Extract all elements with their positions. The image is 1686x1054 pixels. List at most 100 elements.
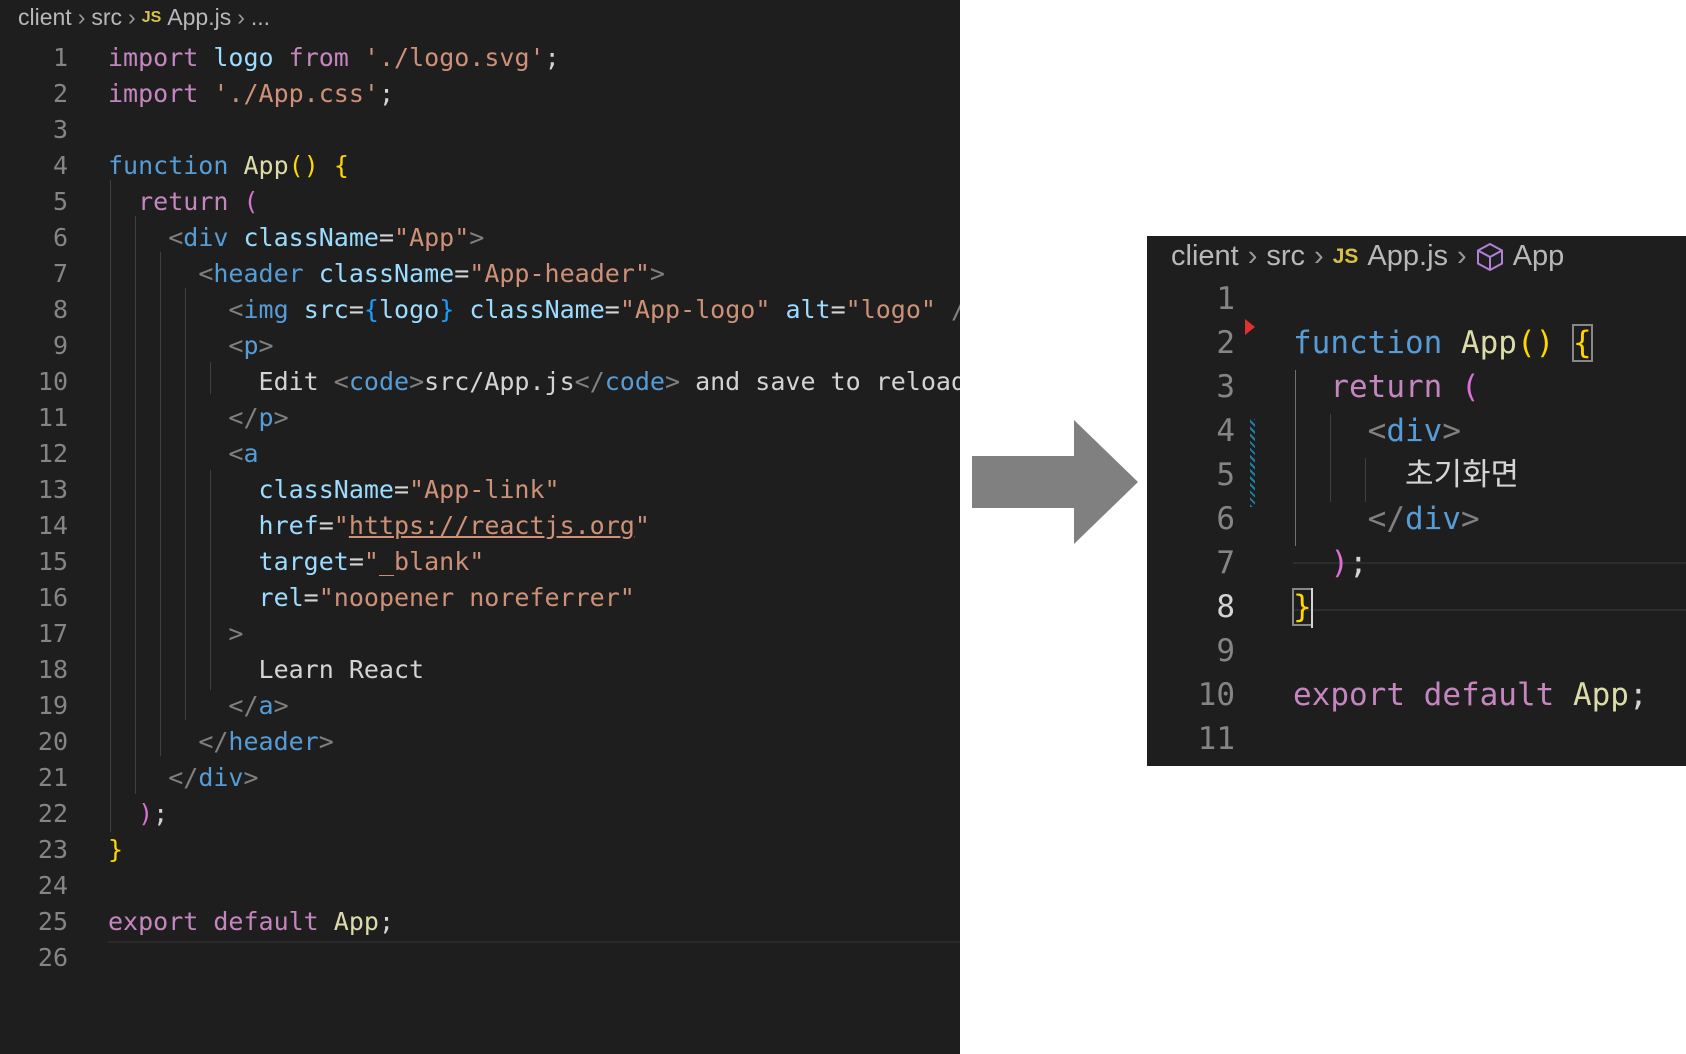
line-number: 4	[52, 151, 68, 180]
code-line: 25 export default App;	[0, 902, 960, 942]
code-text: );	[138, 799, 169, 828]
chevron-right-icon: ›	[128, 4, 136, 30]
line-number: 22	[37, 799, 68, 828]
jsx-text-content: 초기화면	[1404, 457, 1520, 493]
line-number: 9	[52, 331, 68, 360]
breadcrumb-folder-src[interactable]: src	[91, 4, 122, 31]
code-line: 4 <div>	[1147, 408, 1686, 455]
code-text: rel="noopener noreferrer"	[258, 583, 635, 612]
code-line: 15 target="_blank"	[0, 542, 960, 582]
code-text: </header>	[198, 727, 334, 756]
line-number: 17	[37, 619, 68, 648]
chevron-right-icon: ›	[237, 4, 245, 30]
breadcrumb-folder-src[interactable]: src	[1266, 240, 1305, 273]
code-line: 9	[1147, 628, 1686, 675]
line-number: 20	[37, 727, 68, 756]
code-line: 14 href="https://reactjs.org"	[0, 506, 960, 546]
code-line: 3	[0, 110, 960, 150]
code-line: 7 <header className="App-header">	[0, 254, 960, 294]
code-line: 1	[1147, 276, 1686, 323]
code-text: <p>	[228, 331, 274, 360]
code-line: 24	[0, 866, 960, 906]
code-line: 16 rel="noopener noreferrer"	[0, 578, 960, 618]
chevron-right-icon: ›	[1457, 240, 1467, 272]
line-number: 14	[37, 511, 68, 540]
line-number: 10	[37, 367, 68, 396]
code-line: 23}	[0, 830, 960, 870]
code-line: 17 >	[0, 614, 960, 654]
code-line: 19 </a>	[0, 686, 960, 726]
code-line: 9 <p>	[0, 326, 960, 366]
code-text: target="_blank"	[258, 547, 485, 576]
code-text: <div>	[1367, 413, 1461, 449]
code-line: 2 function App() {	[1147, 320, 1686, 367]
line-number: 8	[1216, 589, 1235, 625]
code-text: Learn React	[258, 655, 425, 684]
line-number: 11	[1197, 721, 1235, 757]
line-number: 11	[37, 403, 68, 432]
code-line: 3 return (	[1147, 364, 1686, 411]
code-text: }	[108, 835, 124, 864]
code-line: 22 );	[0, 794, 960, 834]
breadcrumb-symbol[interactable]: ...	[251, 4, 270, 31]
line-number: 18	[37, 655, 68, 684]
code-text: }	[1292, 588, 1313, 626]
code-text: return (	[138, 187, 259, 216]
left-code-editor[interactable]: client › src › JS App.js › ... 1 import l…	[0, 0, 960, 1054]
code-line: 6 <div className="App">	[0, 218, 960, 258]
code-text: </p>	[228, 403, 289, 432]
code-text: 초기화면	[1293, 452, 1519, 499]
code-text: Edit <code>src/App.js</code> and save to…	[258, 367, 960, 396]
code-line: 11 </p>	[0, 398, 960, 438]
breadcrumb: client › src › JS App.js › ...	[18, 4, 270, 31]
code-line: 1 import logo from './logo.svg';	[0, 38, 960, 78]
code-line: 5 초기화면	[1147, 452, 1686, 499]
code-line: 11	[1147, 716, 1686, 763]
line-number: 7	[52, 259, 68, 288]
line-number: 2	[1216, 325, 1235, 361]
code-line: 18 Learn React	[0, 650, 960, 690]
breadcrumb-symbol[interactable]: App	[1513, 240, 1565, 273]
line-number: 2	[52, 79, 68, 108]
code-line: 10 Edit <code>src/App.js</code> and save…	[0, 362, 960, 402]
code-text: function App() {	[1293, 324, 1593, 362]
code-line: 8 <img src={logo} className="App-logo" a…	[0, 290, 960, 330]
right-code-editor[interactable]: client › src › JS App.js › App 1 2 functi…	[1147, 236, 1686, 766]
line-number: 23	[37, 835, 68, 864]
line-number: 9	[1216, 633, 1235, 669]
breadcrumb-file[interactable]: App.js	[1367, 240, 1448, 273]
line-number: 16	[37, 583, 68, 612]
chevron-right-icon: ›	[1314, 240, 1324, 272]
code-text: <img src={logo} className="App-logo" alt…	[228, 295, 960, 324]
code-text: href="https://reactjs.org"	[258, 511, 650, 540]
code-text: import './App.css';	[108, 79, 395, 108]
code-text: >	[228, 619, 244, 648]
breadcrumb-file[interactable]: App.js	[167, 4, 231, 31]
code-line: 2 import './App.css';	[0, 74, 960, 114]
code-line: 8}	[1147, 584, 1686, 631]
code-line: 4 function App() {	[0, 146, 960, 186]
line-number: 25	[37, 907, 68, 936]
code-text: <div className="App">	[168, 223, 485, 252]
code-line: 26	[0, 938, 960, 978]
code-line: 7 );	[1147, 540, 1686, 587]
current-line-highlight	[108, 941, 960, 943]
code-line: 21 </div>	[0, 758, 960, 798]
code-text: </div>	[1367, 501, 1480, 537]
breadcrumb-folder-client[interactable]: client	[1171, 240, 1239, 273]
line-number: 4	[1216, 413, 1235, 449]
code-text: <header className="App-header">	[198, 259, 665, 288]
code-text: export default App;	[1293, 677, 1648, 713]
line-number: 21	[37, 763, 68, 792]
chevron-right-icon: ›	[1247, 240, 1258, 272]
text-cursor	[1311, 588, 1313, 628]
line-number: 8	[52, 295, 68, 324]
code-line: 10 export default App;	[1147, 672, 1686, 719]
line-number: 3	[1216, 369, 1235, 405]
code-text: );	[1330, 545, 1368, 581]
breadcrumb-folder-client[interactable]: client	[18, 4, 72, 31]
code-text: export default App;	[108, 907, 395, 936]
code-text: function App() {	[108, 151, 349, 180]
code-text: <a	[228, 439, 259, 468]
line-number: 13	[37, 475, 68, 504]
